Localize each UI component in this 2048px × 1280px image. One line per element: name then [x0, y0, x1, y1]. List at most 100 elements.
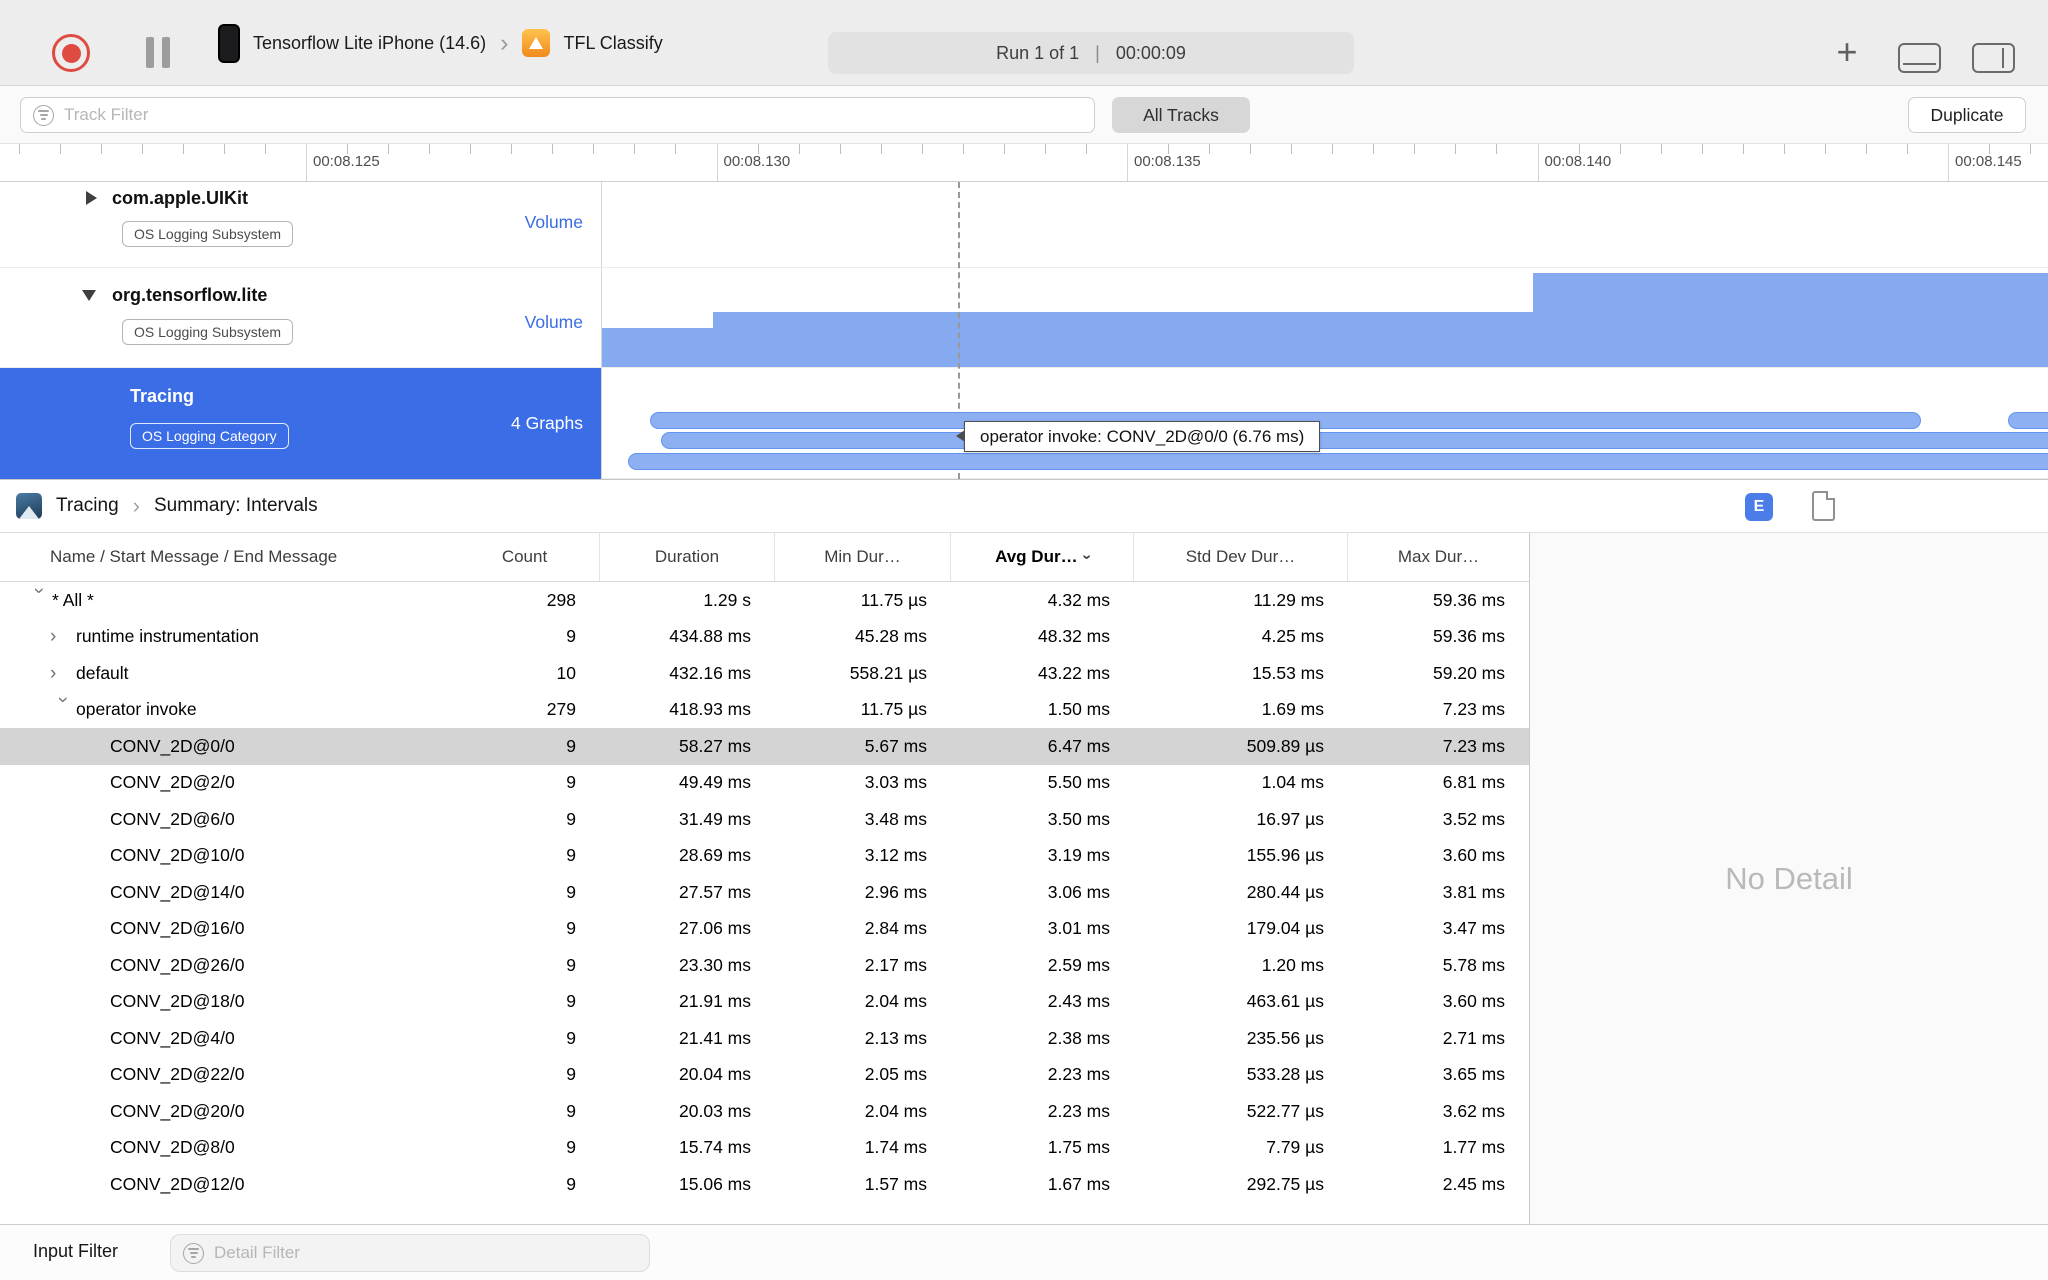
cell-min: 3.48 ms: [864, 808, 927, 829]
cell-std: 1.04 ms: [1261, 772, 1324, 793]
ruler-time-label: 00:08.145: [1955, 153, 2022, 170]
table-row[interactable]: CONV_2D@16/0 9 27.06 ms 2.84 ms 3.01 ms 179.0…: [0, 911, 1529, 948]
track-content-tensorflow-volume-graph[interactable]: [601, 268, 2048, 368]
ruler-minor-tick: [1496, 144, 1498, 154]
cell-max: 59.20 ms: [1433, 662, 1505, 683]
ruler-minor-tick: [1414, 144, 1416, 154]
track-label-tensorflow[interactable]: org.tensorflow.lite OS Logging Subsystem…: [0, 268, 601, 368]
column-header-stddev[interactable]: Std Dev Dur…: [1134, 533, 1348, 581]
breadcrumb-tracing[interactable]: Tracing: [56, 495, 119, 517]
table-row[interactable]: CONV_2D@12/0 9 15.06 ms 1.57 ms 1.67 ms 292.7…: [0, 1166, 1529, 1203]
cell-avg: 3.19 ms: [1047, 845, 1110, 866]
cell-name: › default: [0, 655, 450, 692]
table-row[interactable]: › default 10 432.16 ms 558.21 µs 43.22 ms 15.5…: [0, 655, 1529, 692]
table-body: › * All * 298 1.29 s 11.75 µs 4.32 ms 11.29 ms…: [0, 582, 1529, 1203]
cell-min: 2.13 ms: [864, 1027, 927, 1048]
column-header-count[interactable]: Count: [450, 533, 600, 581]
disclosure-collapsed-icon[interactable]: [86, 191, 97, 205]
table-row[interactable]: CONV_2D@6/0 9 31.49 ms 3.48 ms 3.50 ms 16.97 …: [0, 801, 1529, 838]
cell-name: CONV_2D@20/0: [0, 1093, 450, 1130]
target-app-selector[interactable]: TFL Classify: [563, 33, 662, 54]
table-row[interactable]: CONV_2D@20/0 9 20.03 ms 2.04 ms 2.23 ms 522.7…: [0, 1093, 1529, 1130]
table-row[interactable]: CONV_2D@0/0 9 58.27 ms 5.67 ms 6.47 ms 509.89…: [0, 728, 1529, 765]
breadcrumb-summary-intervals[interactable]: Summary: Intervals: [154, 495, 318, 517]
column-header-name[interactable]: Name / Start Message / End Message: [0, 533, 450, 581]
cell-duration: 27.06 ms: [679, 918, 751, 939]
target-selector-group: Tensorflow Lite iPhone (14.6) › TFL Clas…: [218, 0, 663, 86]
table-row[interactable]: CONV_2D@2/0 9 49.49 ms 3.03 ms 5.50 ms 1.04 m…: [0, 765, 1529, 802]
pause-button[interactable]: [146, 37, 170, 68]
cell-count: 9: [566, 1173, 576, 1194]
table-row[interactable]: › runtime instrumentation 9 434.88 ms 45.28 …: [0, 619, 1529, 656]
interval-bar[interactable]: [628, 453, 2048, 470]
track-row-tracing[interactable]: Tracing OS Logging Category 4 Graphs ope…: [0, 368, 2048, 479]
track-label-uikit[interactable]: com.apple.UIKit OS Logging Subsystem Vol…: [0, 182, 601, 268]
disclosure-expanded-icon[interactable]: [82, 290, 96, 301]
record-button[interactable]: [52, 34, 90, 72]
cell-count: 9: [566, 735, 576, 756]
track-badge: OS Logging Category: [130, 423, 289, 449]
cell-count: 9: [566, 1100, 576, 1121]
table-row[interactable]: › * All * 298 1.29 s 11.75 µs 4.32 ms 11.29 ms…: [0, 582, 1529, 619]
duplicate-button[interactable]: Duplicate: [1908, 97, 2026, 133]
cell-min: 3.12 ms: [864, 845, 927, 866]
track-row-uikit[interactable]: com.apple.UIKit OS Logging Subsystem Vol…: [0, 182, 2048, 268]
ruler-minor-tick: [1660, 144, 1662, 154]
cell-std: 1.69 ms: [1261, 699, 1324, 720]
cell-avg: 1.50 ms: [1047, 699, 1110, 720]
ruler-minor-tick: [1783, 144, 1785, 154]
interval-bar[interactable]: [2007, 412, 2048, 429]
cell-max: 3.52 ms: [1442, 808, 1505, 829]
table-row[interactable]: CONV_2D@10/0 9 28.69 ms 3.12 ms 3.19 ms 155.9…: [0, 838, 1529, 875]
track-label-tracing-selected[interactable]: Tracing OS Logging Category 4 Graphs: [0, 368, 601, 479]
detail-filter-field[interactable]: Detail Filter: [170, 1234, 650, 1272]
track-content-uikit[interactable]: [601, 182, 2048, 268]
table-row[interactable]: CONV_2D@22/0 9 20.04 ms 2.05 ms 2.23 ms 533.2…: [0, 1057, 1529, 1094]
ruler-minor-tick: [839, 144, 841, 154]
ruler-minor-tick: [429, 144, 431, 154]
tree-disclosure-icon[interactable]: ›: [29, 587, 50, 613]
toggle-right-pane-button[interactable]: [1972, 43, 2015, 73]
interval-bar[interactable]: [661, 432, 2048, 449]
table-row[interactable]: › operator invoke 279 418.93 ms 11.75 µs 1.50…: [0, 692, 1529, 729]
volume-graph-segment: [1533, 272, 2048, 367]
all-tracks-button[interactable]: All Tracks: [1112, 97, 1250, 133]
cell-duration: 418.93 ms: [669, 699, 751, 720]
table-row[interactable]: CONV_2D@14/0 9 27.57 ms 2.96 ms 3.06 ms 280.4…: [0, 874, 1529, 911]
detail-pane: No Detail: [1529, 533, 2048, 1224]
cell-std: 1.20 ms: [1261, 954, 1324, 975]
table-row[interactable]: CONV_2D@26/0 9 23.30 ms 2.17 ms 2.59 ms 1.20 …: [0, 947, 1529, 984]
toggle-bottom-pane-button[interactable]: [1898, 43, 1941, 73]
column-header-max[interactable]: Max Dur…: [1348, 533, 1529, 581]
expanded-detail-button[interactable]: E: [1745, 493, 1773, 521]
column-header-label: Min Dur…: [824, 547, 901, 566]
table-row[interactable]: CONV_2D@18/0 9 21.91 ms 2.04 ms 2.43 ms 463.6…: [0, 984, 1529, 1021]
row-name-label: CONV_2D@26/0: [110, 954, 245, 975]
track-content-tracing-intervals[interactable]: operator invoke: CONV_2D@0/0 (6.76 ms): [601, 368, 2048, 479]
input-filter-label[interactable]: Input Filter: [33, 1241, 118, 1262]
cell-name: CONV_2D@14/0: [0, 874, 450, 911]
track-row-tensorflow[interactable]: org.tensorflow.lite OS Logging Subsystem…: [0, 268, 2048, 368]
column-header-avg[interactable]: Avg Dur… ›: [951, 533, 1134, 581]
ruler-major-tick: [1127, 144, 1128, 181]
cell-name: CONV_2D@12/0: [0, 1166, 450, 1203]
column-header-label: Std Dev Dur…: [1185, 547, 1296, 566]
table-row[interactable]: CONV_2D@4/0 9 21.41 ms 2.13 ms 2.38 ms 235.56…: [0, 1020, 1529, 1057]
device-selector[interactable]: Tensorflow Lite iPhone (14.6): [253, 33, 486, 54]
document-icon[interactable]: [1812, 491, 1835, 521]
timeline-ruler[interactable]: 00:08.125 00:08.130 00:08.135 00:08.140 00:0…: [0, 144, 2048, 182]
cell-count: 298: [546, 589, 576, 610]
cell-avg: 3.50 ms: [1047, 808, 1110, 829]
add-instrument-button[interactable]: +: [1832, 34, 1862, 70]
column-header-duration[interactable]: Duration: [600, 533, 775, 581]
run-timer: 00:00:09: [1115, 42, 1186, 63]
table-row[interactable]: CONV_2D@8/0 9 15.74 ms 1.74 ms 1.75 ms 7.79 µ…: [0, 1130, 1529, 1167]
track-filter-field[interactable]: Track Filter: [20, 97, 1095, 133]
pause-icon: [162, 37, 170, 68]
ruler-minor-tick: [880, 144, 882, 154]
tree-disclosure-icon[interactable]: ›: [50, 627, 76, 646]
cell-avg: 1.67 ms: [1047, 1173, 1110, 1194]
tree-disclosure-icon[interactable]: ›: [53, 697, 74, 723]
tree-disclosure-icon[interactable]: ›: [50, 664, 76, 683]
column-header-min[interactable]: Min Dur…: [775, 533, 951, 581]
